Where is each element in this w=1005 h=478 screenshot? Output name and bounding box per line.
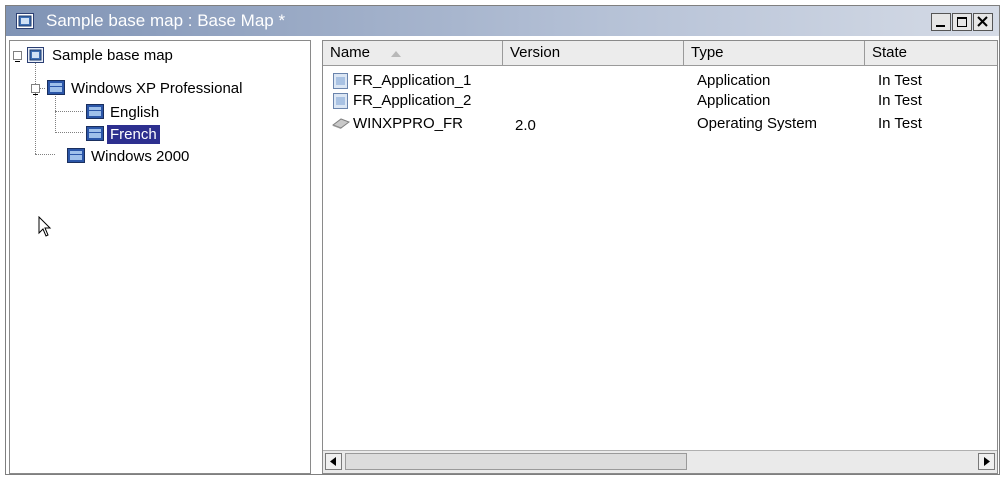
minimize-icon <box>936 25 945 27</box>
cell-type: Operating System <box>697 115 818 132</box>
base-map-icon <box>16 13 34 29</box>
horizontal-scrollbar[interactable] <box>323 450 997 473</box>
collapse-toggle[interactable] <box>13 51 22 62</box>
column-header-state[interactable]: State <box>865 41 997 65</box>
sort-ascending-icon <box>391 51 401 57</box>
column-label: Type <box>691 44 724 61</box>
arrow-left-icon <box>330 457 336 466</box>
cell-name: WINXPPRO_FR <box>353 115 464 132</box>
base-map-window: Sample base map : Base Map * Sample base… <box>5 5 1000 475</box>
cell-name: FR_Application_2 <box>353 92 472 109</box>
tree-item-root[interactable]: Sample base map <box>52 46 173 65</box>
tree-item-english[interactable]: English <box>110 103 159 122</box>
tree-view[interactable]: Sample base map Windows XP Professional … <box>9 40 311 474</box>
computer-icon <box>47 80 65 100</box>
column-header-version[interactable]: Version <box>503 41 684 65</box>
tree-item-french[interactable]: French <box>107 125 160 144</box>
cell-state: In Test <box>878 92 922 109</box>
details-list[interactable]: Name Version Type State FR_Application_1… <box>322 40 998 474</box>
minus-icon <box>15 61 20 62</box>
cell-type: Application <box>697 92 771 109</box>
cell-version: 2.0 <box>515 117 536 134</box>
tree-connector <box>35 154 55 156</box>
column-label: Name <box>330 44 371 61</box>
scroll-left-button[interactable] <box>325 453 342 470</box>
cell-state: In Test <box>878 115 922 132</box>
tree-item-windows-xp[interactable]: Windows XP Professional <box>71 79 242 98</box>
collapse-toggle[interactable] <box>31 84 40 95</box>
column-header-type[interactable]: Type <box>684 41 865 65</box>
cell-type: Application <box>697 72 771 89</box>
column-label: Version <box>510 44 561 61</box>
list-header: Name Version Type State <box>323 41 997 66</box>
application-icon <box>333 93 349 114</box>
close-button[interactable] <box>973 13 993 31</box>
close-icon <box>977 16 988 27</box>
tree-connector <box>55 111 83 113</box>
computer-icon <box>86 126 104 146</box>
base-map-icon <box>27 47 44 68</box>
operating-system-icon <box>331 116 351 135</box>
scroll-right-button[interactable] <box>978 453 995 470</box>
tree-connector <box>55 132 83 134</box>
scroll-thumb[interactable] <box>345 453 687 470</box>
cell-state: In Test <box>878 72 922 89</box>
title-bar[interactable]: Sample base map : Base Map * <box>6 6 999 36</box>
restore-icon <box>957 17 967 27</box>
computer-icon <box>67 148 85 168</box>
mouse-cursor-icon <box>38 215 52 243</box>
restore-button[interactable] <box>952 13 972 31</box>
minimize-button[interactable] <box>931 13 951 31</box>
tree-item-windows-2000[interactable]: Windows 2000 <box>91 147 189 166</box>
computer-icon <box>86 104 104 124</box>
window-title: Sample base map : Base Map * <box>46 11 286 30</box>
application-icon <box>333 73 349 94</box>
tree-connector <box>35 62 37 154</box>
minus-icon <box>33 94 38 95</box>
cell-name: FR_Application_1 <box>353 72 472 89</box>
column-header-name[interactable]: Name <box>323 41 503 65</box>
arrow-right-icon <box>984 457 990 466</box>
column-label: State <box>872 44 908 61</box>
tree-connector <box>55 96 57 133</box>
